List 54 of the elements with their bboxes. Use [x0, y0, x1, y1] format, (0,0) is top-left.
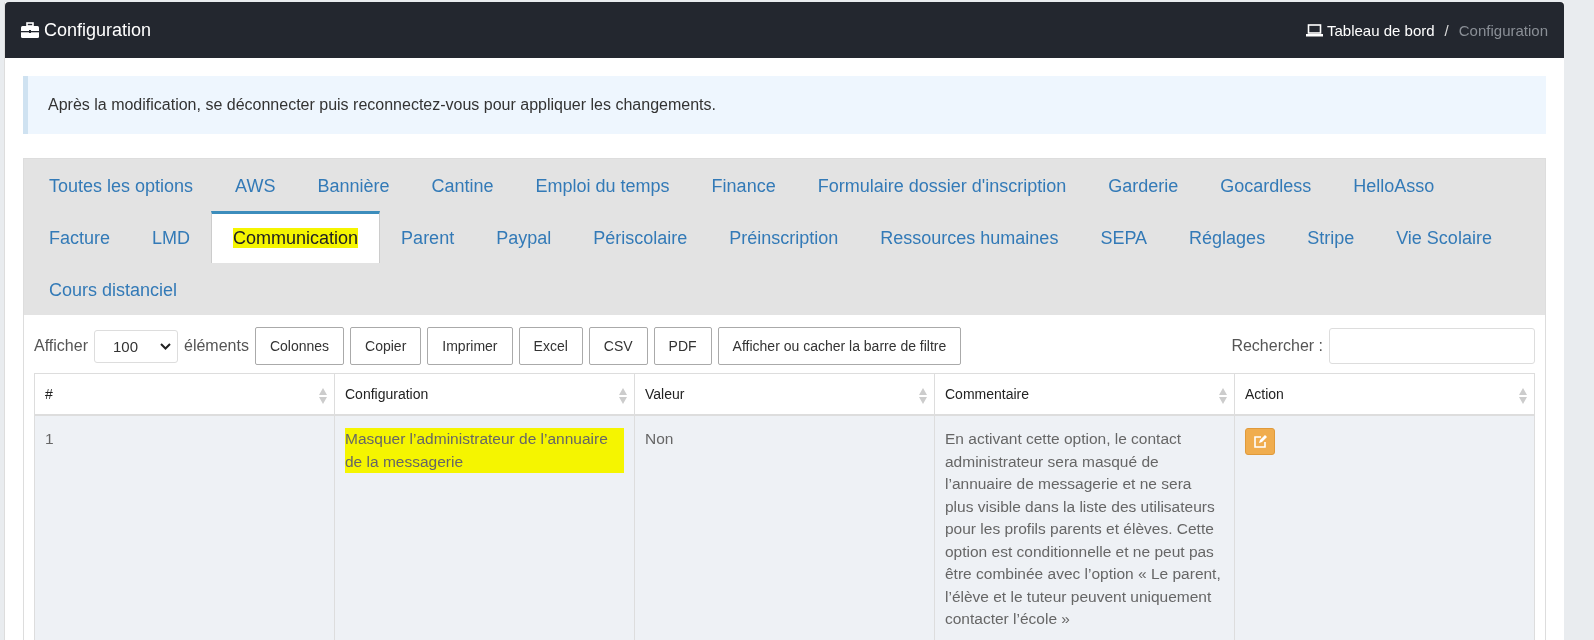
items-label: éléments — [184, 337, 249, 355]
sort-icon — [618, 387, 628, 405]
tab[interactable]: Formulaire dossier d'inscription — [796, 159, 1088, 211]
chevron-down-icon — [160, 342, 171, 350]
table-cell-text: En activant cette option, le contact administrateur sera masqué de l’annuaire de messagerie et ne sera plus visible dans la liste des utilisateurs pour les profils parents et élèves. Cette option est conditionnelle et ne peut pas être combinée avec l’option « Le parent, l’élève et le tuteur peuvent uniquement contacter l’école » — [945, 429, 1222, 629]
search-label: Rechercher : — [1231, 337, 1323, 355]
tab[interactable]: Cantine — [410, 159, 515, 211]
tab[interactable]: Stripe — [1286, 211, 1376, 263]
page-size-select[interactable]: 100 — [93, 329, 178, 363]
toolbar-button[interactable]: Afficher ou cacher la barre de filtre — [717, 327, 962, 365]
table-cell-text: Non — [645, 429, 675, 449]
tab[interactable]: Facture — [28, 211, 132, 263]
briefcase-icon — [21, 22, 39, 38]
toolbar-button[interactable]: Imprimer — [427, 327, 513, 365]
tab[interactable]: Bannière — [296, 159, 411, 211]
sort-icon — [918, 387, 928, 405]
sort-icon — [1218, 387, 1228, 405]
tab[interactable]: AWS — [214, 159, 297, 211]
search-field[interactable] — [1329, 328, 1535, 364]
breadcrumb-current: Configuration — [1458, 21, 1548, 39]
tab[interactable]: Communication — [211, 211, 381, 263]
breadcrumb-link[interactable]: Tableau de bord — [1327, 21, 1435, 39]
tab[interactable]: Ressources humaines — [859, 211, 1080, 263]
tab[interactable]: SEPA — [1079, 211, 1169, 263]
page-title: Configuration — [44, 19, 152, 41]
laptop-icon — [1306, 23, 1323, 37]
tab[interactable]: Périscolaire — [572, 211, 709, 263]
edit-button[interactable] — [1245, 428, 1275, 455]
tab[interactable]: HelloAsso — [1332, 159, 1456, 211]
tab[interactable]: Préinscription — [708, 211, 860, 263]
table-cell-text: 1 — [45, 429, 55, 449]
table-cell: Masquer l’administrateur de l’annuaire de la messagerie — [345, 428, 624, 473]
tab[interactable]: Gocardless — [1199, 159, 1333, 211]
tab[interactable]: Toutes les options — [28, 159, 215, 211]
tab[interactable]: Vie Scolaire — [1375, 211, 1513, 263]
toolbar-button[interactable]: Excel — [518, 327, 583, 365]
sort-icon — [318, 387, 328, 405]
toolbar-button[interactable]: CSV — [588, 327, 648, 365]
tab[interactable]: Parent — [380, 211, 476, 263]
toolbar-button[interactable]: Copier — [350, 327, 422, 365]
tab[interactable]: Emploi du temps — [514, 159, 691, 211]
edit-icon — [1253, 435, 1267, 448]
tab[interactable]: Réglages — [1168, 211, 1287, 263]
toolbar-button[interactable]: PDF — [653, 327, 712, 365]
show-label: Afficher — [34, 337, 88, 355]
info-alert: Après la modification, se déconnecter puis reconnectez-vous pour appliquer les changements. — [23, 76, 1546, 134]
tab[interactable]: LMD — [131, 211, 212, 263]
breadcrumb-separator: / — [1444, 21, 1449, 39]
tab[interactable]: Paypal — [475, 211, 573, 263]
tab[interactable]: Finance — [690, 159, 797, 211]
toolbar-button[interactable]: Colonnes — [254, 327, 345, 365]
tab[interactable]: Garderie — [1087, 159, 1200, 211]
tab[interactable]: Cours distanciel — [28, 263, 199, 315]
sort-icon — [1518, 387, 1528, 405]
